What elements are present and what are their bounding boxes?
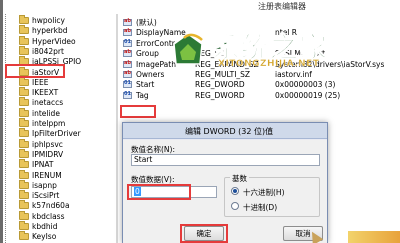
value-data: ntel R [275, 28, 297, 38]
registry-tree[interactable]: hwpolicy hyperkbd HyperVideo i8042prt iaLPSS… [3, 14, 116, 243]
folder-icon [19, 159, 29, 169]
folder-icon [19, 179, 29, 189]
window-title: 注册表编辑器 [258, 2, 306, 11]
value-name: (默认) [136, 18, 157, 27]
value-type: REG_EXPAND_SZ [195, 59, 259, 69]
value-type: REG_SZ [195, 49, 225, 59]
string-value-icon [123, 70, 132, 78]
folder-icon [19, 107, 29, 117]
folder-icon [19, 45, 29, 55]
title-bar: 注册表编辑器 [0, 0, 400, 14]
hex-radio[interactable] [231, 187, 239, 195]
dialog-title: 编辑 DWORD (32 位)值 [185, 127, 274, 136]
value-name: Group [136, 49, 159, 59]
folder-icon [19, 97, 29, 107]
folder-icon [19, 148, 29, 158]
tree-guide-line [5, 14, 6, 243]
value-row[interactable]: DisplayName ntel R [118, 27, 400, 38]
value-name-field[interactable]: Start [131, 154, 320, 166]
binary-value-icon [123, 39, 132, 47]
value-data: SCSI Miniport [275, 49, 326, 59]
folder-icon [19, 76, 29, 86]
dialog-title-bar[interactable]: 编辑 DWORD (32 位)值 [123, 123, 327, 139]
folder-icon [19, 15, 29, 24]
string-value-icon [123, 49, 132, 58]
value-name: ImagePath [136, 59, 176, 69]
binary-value-icon [123, 80, 132, 89]
value-row[interactable]: ImagePath REG_EXPAND_SZ System32\drivers\i… [118, 59, 400, 70]
value-row[interactable]: ErrorControl [118, 38, 400, 49]
folder-icon [19, 35, 29, 45]
highlight-box-iastorv [5, 64, 65, 78]
value-row[interactable]: Start REG_DWORD 0x00000003 (3) [118, 79, 400, 90]
dec-radio[interactable] [231, 202, 239, 210]
folder-icon [19, 210, 29, 220]
value-type: REG_DWORD [195, 80, 245, 90]
tree-item-label: KeyIso [32, 232, 57, 242]
value-name: Owners [136, 70, 165, 79]
folder-icon [19, 25, 29, 35]
value-name: Start [136, 80, 155, 90]
folder-icon [19, 190, 29, 200]
value-row[interactable]: Owners REG_MULTI_SZ iastorv.inf [118, 69, 400, 80]
value-data: iastorv.inf [275, 70, 312, 79]
folder-icon [19, 138, 29, 148]
folder-icon [19, 200, 29, 210]
value-type: REG_MULTI_SZ [195, 70, 251, 79]
dec-radio-label[interactable]: 十进制(D) [243, 202, 277, 213]
value-row[interactable]: Group REG_SZ SCSI Miniport [118, 48, 400, 59]
hex-radio-label[interactable]: 十六进制(H) [243, 187, 285, 198]
value-name: ErrorControl [136, 38, 182, 48]
string-value-icon [123, 28, 132, 37]
value-row[interactable]: Tag REG_DWORD 0x00000019 (25) [118, 90, 400, 101]
binary-value-icon [123, 91, 132, 99]
value-data: 0x00000003 (3) [275, 80, 336, 90]
value-data: 0x00000019 (25) [275, 90, 341, 100]
folder-icon [19, 231, 29, 241]
folder-icon [19, 128, 29, 138]
value-data: System32\drivers\iaStorV.sys [275, 59, 385, 69]
base-label: 基数 [230, 173, 249, 184]
string-value-icon [123, 18, 132, 26]
folder-icon [19, 221, 29, 230]
string-value-icon [123, 60, 132, 68]
decorative-corner [348, 231, 400, 243]
folder-icon [19, 169, 29, 179]
value-type: REG_DWORD [195, 90, 245, 100]
highlight-box-start [120, 105, 156, 118]
folder-icon [19, 118, 29, 127]
value-name: Tag [136, 90, 149, 100]
value-row[interactable]: (默认) [118, 17, 400, 28]
folder-icon [19, 87, 29, 97]
highlight-box-ok [180, 224, 228, 243]
highlight-box-value-data [127, 184, 191, 200]
value-name: DisplayName [136, 28, 186, 38]
